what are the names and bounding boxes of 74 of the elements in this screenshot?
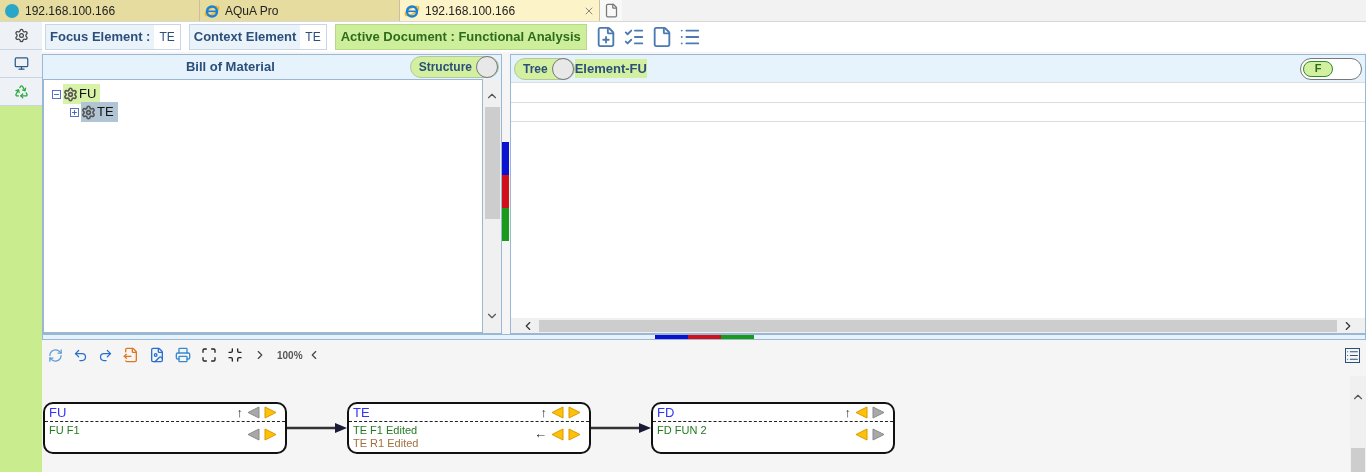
refresh-icon[interactable] <box>48 347 63 363</box>
browser-tab[interactable]: 192.168.100.166 <box>400 0 600 21</box>
export-icon[interactable] <box>123 347 139 363</box>
active-document-label: Active Document : Functional Analysis <box>334 24 587 50</box>
browser-logo-icon <box>204 2 220 19</box>
collapse-icon[interactable] <box>52 89 61 99</box>
node-title: FD <box>657 404 676 422</box>
previous-icon[interactable] <box>551 406 564 419</box>
fit-screen-icon[interactable] <box>201 347 217 363</box>
color-tab[interactable] <box>688 335 721 339</box>
gear-icon <box>81 104 96 120</box>
diagram-node[interactable]: TE ↑ TE F1 Edited TE R1 Edited ← <box>347 402 591 454</box>
vertical-scrollbar[interactable] <box>1350 376 1366 472</box>
context-element-field: Context Element TE <box>188 24 327 50</box>
function-text: FD FUN 2 <box>657 424 708 437</box>
previous-icon[interactable] <box>247 427 260 441</box>
app-logo-icon <box>4 2 20 19</box>
diagram-node[interactable]: FD ↑ FD FUN 2 <box>651 402 895 454</box>
next-icon[interactable] <box>264 427 277 441</box>
redo-icon[interactable] <box>98 347 113 363</box>
print-icon[interactable] <box>175 347 191 363</box>
actual-size-icon[interactable] <box>227 347 243 363</box>
browser-logo-icon <box>404 2 420 19</box>
image-export-icon[interactable] <box>149 347 165 363</box>
panel-title: Bill of Material <box>184 58 276 77</box>
previous-icon[interactable] <box>855 427 868 441</box>
browser-tab[interactable]: AQuA Pro <box>200 0 400 21</box>
tree-item[interactable]: TE <box>81 102 118 122</box>
previous-icon[interactable] <box>855 406 868 419</box>
previous-icon[interactable] <box>551 427 564 441</box>
function-text: FU F1 <box>49 424 81 437</box>
toggle-knob[interactable] <box>551 57 574 80</box>
node-title: FU <box>49 404 68 422</box>
browser-tab[interactable]: 192.168.100.166 <box>0 0 200 21</box>
function-text: TE F1 Edited <box>353 424 419 437</box>
previous-icon[interactable] <box>247 406 260 419</box>
next-icon[interactable] <box>872 406 885 419</box>
node-mark: ↑ <box>844 404 851 422</box>
requirement-text: TE R1 Edited <box>353 437 420 450</box>
next-icon[interactable] <box>264 406 277 419</box>
gear-icon <box>63 86 78 102</box>
focus-element-field: Focus Element : TE <box>45 24 181 50</box>
color-tab[interactable] <box>655 335 688 339</box>
connector-arrow <box>287 423 347 433</box>
toggle-knob[interactable] <box>476 56 498 78</box>
expand-icon[interactable] <box>70 107 79 117</box>
recycle-icon[interactable] <box>13 84 29 99</box>
toggle-switch[interactable]: Structure <box>409 56 499 78</box>
undo-icon[interactable] <box>73 347 88 363</box>
filter-toggle[interactable]: F <box>1300 57 1362 80</box>
color-tab[interactable] <box>721 335 754 339</box>
diagram-node[interactable]: FU ↑ FU F1 <box>43 402 287 454</box>
node-mark: ↑ <box>540 404 547 422</box>
color-tab[interactable] <box>502 208 509 241</box>
node-title: TE <box>353 404 371 422</box>
monitor-icon[interactable] <box>13 56 29 71</box>
legend-icon[interactable] <box>1345 347 1360 363</box>
next-icon[interactable] <box>568 406 581 419</box>
next-icon[interactable] <box>568 427 581 441</box>
toggle-switch[interactable]: Tree <box>514 57 575 80</box>
vertical-scrollbar[interactable] <box>483 79 501 333</box>
color-tab[interactable] <box>502 142 509 175</box>
tree-item[interactable]: FU <box>63 84 101 104</box>
zoom-level: 100% <box>277 348 303 363</box>
panel-title: Element-FU <box>574 58 647 79</box>
color-tab[interactable] <box>502 175 509 208</box>
node-mark: ↑ <box>236 404 243 422</box>
new-tab-button[interactable] <box>600 0 622 21</box>
next-icon[interactable] <box>872 427 885 441</box>
horizontal-scrollbar[interactable] <box>511 318 1365 333</box>
scroll-thumb[interactable] <box>1351 448 1365 472</box>
connector-arrow <box>591 423 651 433</box>
settings-icon[interactable] <box>13 28 29 43</box>
node-mark: ← <box>534 425 547 444</box>
